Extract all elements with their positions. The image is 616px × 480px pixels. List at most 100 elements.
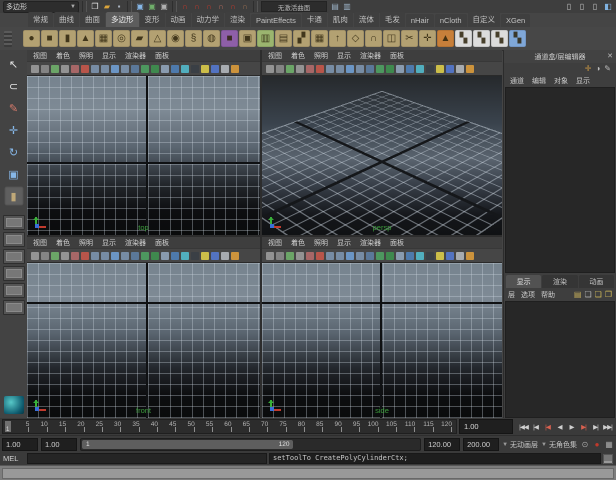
shelf-tab[interactable]: PaintEffects	[251, 14, 301, 27]
gate-mask-icon[interactable]	[346, 252, 354, 260]
viewport-menu-item[interactable]: 视图	[33, 238, 47, 248]
open-scene-icon[interactable]: ▰	[102, 2, 112, 12]
viewport-menu-item[interactable]: 照明	[79, 51, 93, 61]
wireframe-icon[interactable]	[406, 252, 414, 260]
select-camera-icon[interactable]	[31, 65, 39, 73]
shelf-tab[interactable]: 多边形	[106, 12, 139, 27]
wireframe-icon[interactable]	[171, 65, 179, 73]
make-live-icon[interactable]: ∩	[240, 2, 250, 12]
close-icon[interactable]: ✕	[607, 52, 613, 60]
shaded-icon[interactable]	[181, 65, 189, 73]
motion-blur-icon[interactable]	[466, 65, 474, 73]
lock-camera-icon[interactable]	[276, 252, 284, 260]
frame-all-icon[interactable]	[151, 252, 159, 260]
move-tool[interactable]: ✛	[4, 120, 24, 140]
live-surface-field[interactable]: 无激活曲面	[261, 1, 327, 12]
viewport-menu-item[interactable]: 渲染器	[360, 238, 381, 248]
shelf-tab[interactable]: 毛发	[380, 12, 405, 27]
safe-action-icon[interactable]	[366, 252, 374, 260]
manipulator-icon[interactable]: ✛	[585, 64, 592, 74]
textured-icon[interactable]	[426, 252, 434, 260]
grease-pencil-icon[interactable]	[81, 65, 89, 73]
playback-start-field[interactable]: 1.00	[41, 438, 77, 451]
layer-editor-tab[interactable]: 动画	[579, 275, 614, 288]
frame-selection-icon[interactable]	[396, 252, 404, 260]
poly-combine-icon[interactable]: ▣	[239, 30, 256, 47]
target-weld-icon[interactable]: ✛	[419, 30, 436, 47]
frame-selection-icon[interactable]	[161, 65, 169, 73]
resolution-gate-icon[interactable]	[336, 65, 344, 73]
viewport-canvas-persp[interactable]: persp	[262, 76, 502, 235]
safe-title-icon[interactable]	[141, 252, 149, 260]
step-forward-frame-button[interactable]: ▶|	[590, 423, 601, 431]
shelf-tab[interactable]: 动画	[166, 12, 191, 27]
viewport-menu-item[interactable]: 着色	[56, 238, 70, 248]
rotate-tool[interactable]: ↻	[4, 142, 24, 162]
step-forward-key-button[interactable]: ▶|	[578, 423, 589, 431]
poly-boolean-icon[interactable]: ▞	[293, 30, 310, 47]
select-object-icon[interactable]: ▣	[147, 2, 157, 12]
lighting-icon[interactable]	[436, 65, 444, 73]
safe-action-icon[interactable]	[366, 65, 374, 73]
grease-pencil-icon[interactable]	[316, 252, 324, 260]
command-language-label[interactable]: MEL	[3, 454, 25, 463]
viewport-menu-item[interactable]: 渲染器	[125, 51, 146, 61]
edit-channel-icon[interactable]: ✎	[604, 64, 611, 74]
anim-layer-dropdown[interactable]: ▼ 无动画层	[502, 440, 538, 450]
snap-to-grid-icon[interactable]: ∩	[180, 2, 190, 12]
shelf-tab[interactable]: 自定义	[468, 12, 501, 27]
camera-attributes-icon[interactable]	[51, 252, 59, 260]
viewport-menu-item[interactable]: 面板	[390, 238, 404, 248]
input-operations-icon[interactable]: ▤	[330, 2, 340, 12]
multi-cut-icon[interactable]: ✂	[401, 30, 418, 47]
gate-mask-icon[interactable]	[346, 65, 354, 73]
poly-pyramid-icon[interactable]: △	[149, 30, 166, 47]
animation-end-field[interactable]: 200.00	[463, 438, 499, 451]
field-chart-icon[interactable]	[356, 65, 364, 73]
image-plane-icon[interactable]	[71, 65, 79, 73]
frame-selection-icon[interactable]	[161, 252, 169, 260]
shelf-tab[interactable]: 常规	[28, 12, 53, 27]
shadows-icon[interactable]	[211, 65, 219, 73]
safe-title-icon[interactable]	[376, 65, 384, 73]
toggle-modeling-toolkit-icon[interactable]: ◧	[603, 2, 613, 12]
range-slider-track[interactable]: 1 120	[80, 438, 421, 451]
auto-keyframe-icon[interactable]: ●	[592, 440, 602, 450]
layer-menu-item[interactable]: 选项	[521, 290, 535, 300]
time-slider[interactable]: 1 51015202530354045505560657075808590951…	[2, 419, 457, 434]
bookmark-icon[interactable]	[296, 65, 304, 73]
field-chart-icon[interactable]	[121, 252, 129, 260]
poly-cone-icon[interactable]: ▲	[77, 30, 94, 47]
snap-to-point-icon[interactable]: ∩	[204, 2, 214, 12]
character-set-dropdown[interactable]: ▼ 无角色集	[541, 440, 577, 450]
safe-title-icon[interactable]	[376, 252, 384, 260]
lighting-icon[interactable]	[436, 252, 444, 260]
viewport-menu-item[interactable]: 视图	[268, 51, 282, 61]
channel-box-menu-item[interactable]: 编辑	[532, 76, 546, 86]
motion-blur-icon[interactable]	[466, 252, 474, 260]
select-hierarchy-icon[interactable]: ▣	[135, 2, 145, 12]
viewport-menu-item[interactable]: 渲染器	[125, 238, 146, 248]
lock-camera-icon[interactable]	[41, 65, 49, 73]
poly-sphere-icon[interactable]: ●	[23, 30, 40, 47]
shaded-icon[interactable]	[416, 65, 424, 73]
range-slider-handle[interactable]: 1 120	[82, 440, 293, 449]
new-scene-icon[interactable]: ❐	[90, 2, 100, 12]
viewport-menu-item[interactable]: 面板	[155, 238, 169, 248]
go-to-end-button[interactable]: ▶▶|	[602, 423, 613, 431]
layer-list[interactable]	[505, 301, 615, 418]
frame-selection-icon[interactable]	[396, 65, 404, 73]
resolution-gate-icon[interactable]	[101, 65, 109, 73]
poly-bevel-icon[interactable]: ◇	[347, 30, 364, 47]
layout-hypershade-button[interactable]	[3, 283, 25, 298]
safe-action-icon[interactable]	[131, 252, 139, 260]
shelf-tab[interactable]: 渲染	[225, 12, 250, 27]
lighting-icon[interactable]	[201, 252, 209, 260]
current-time-field[interactable]: 1.00	[459, 419, 513, 434]
scale-tool[interactable]: ▣	[4, 164, 24, 184]
frame-all-icon[interactable]	[151, 65, 159, 73]
viewport-menu-item[interactable]: 面板	[155, 51, 169, 61]
ao-icon[interactable]	[456, 65, 464, 73]
bookmark-icon[interactable]	[61, 65, 69, 73]
poly-torus-icon[interactable]: ◎	[113, 30, 130, 47]
